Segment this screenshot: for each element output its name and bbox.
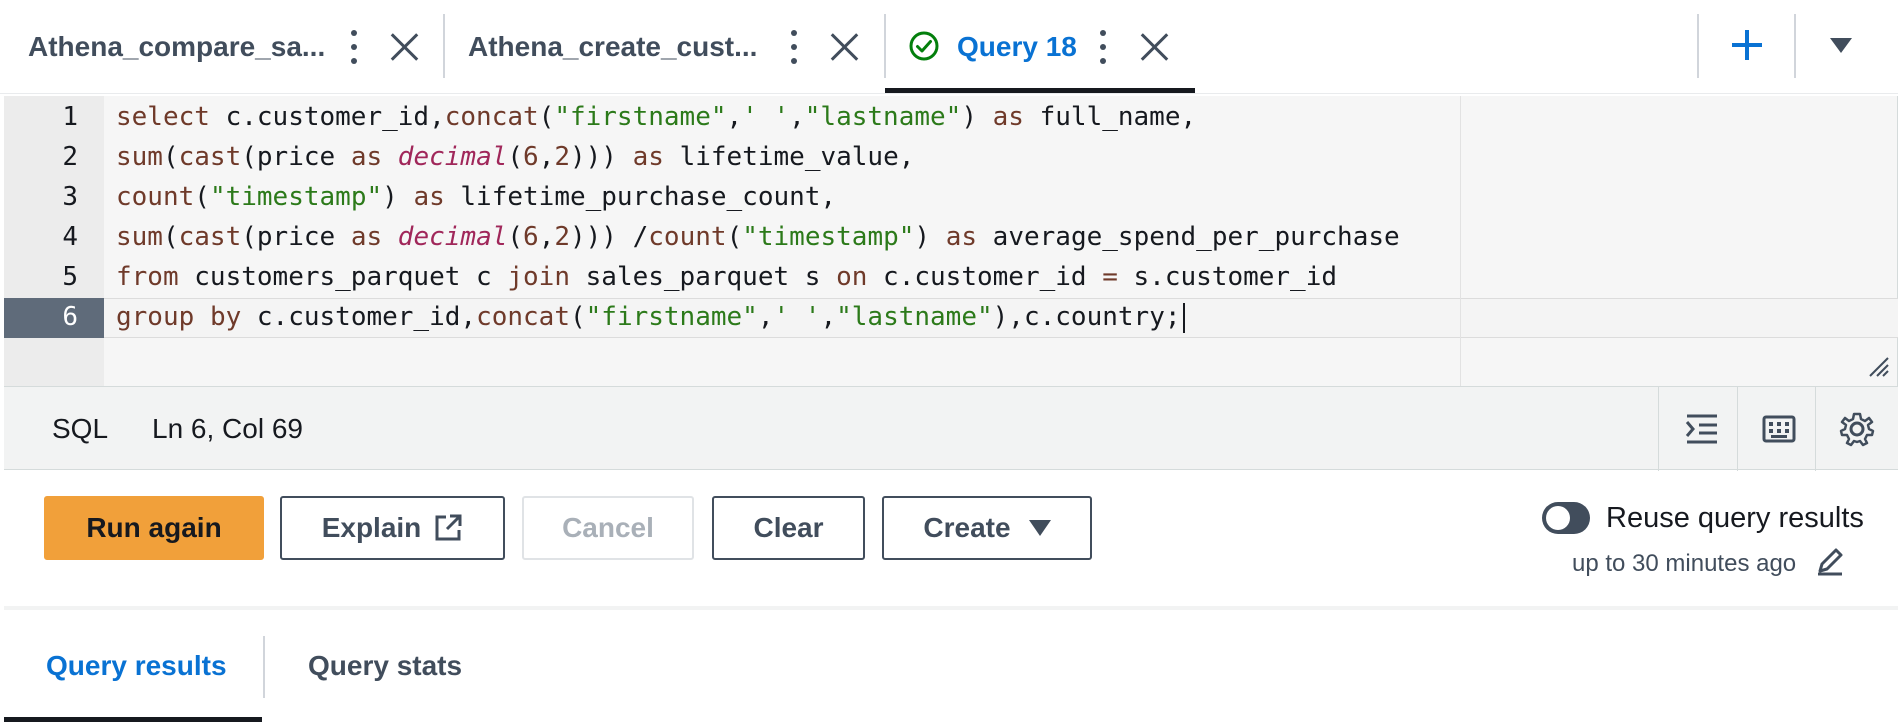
text-cursor (1182, 302, 1185, 333)
print-margin (1460, 96, 1461, 386)
tab-query-results[interactable]: Query results (46, 650, 227, 682)
language-indicator: SQL (52, 413, 109, 444)
tab-label: Athena_create_cust... (468, 31, 758, 62)
format-indent-icon[interactable] (1684, 411, 1720, 447)
toggle-knob (1546, 506, 1570, 530)
create-dropdown-button[interactable]: Create (882, 496, 1092, 560)
active-tab-indicator (4, 717, 262, 722)
resize-handle-icon[interactable] (1868, 356, 1890, 378)
code-line-6: group by c.customer_id,concat("firstname… (116, 297, 1185, 337)
code-line-3: count("timestamp") as lifetime_purchase_… (116, 182, 837, 212)
query-tab-bar: Athena_compare_sa... Athena_create_cust.… (0, 0, 1898, 94)
clear-button[interactable]: Clear (712, 496, 865, 560)
code-line-5: from customers_parquet c join sales_parq… (116, 262, 1338, 292)
tab-divider (443, 14, 445, 78)
code-line-4: sum(cast(price as decimal(6,2))) /count(… (116, 222, 1400, 252)
divider (1794, 14, 1796, 78)
close-tab-icon[interactable] (827, 29, 861, 63)
active-tab-indicator (885, 88, 1195, 93)
keyboard-shortcuts-icon[interactable] (1761, 411, 1797, 447)
edit-pencil-icon[interactable] (1814, 545, 1846, 577)
close-tab-icon[interactable] (387, 29, 421, 63)
run-again-button[interactable]: Run again (44, 496, 264, 560)
settings-gear-icon[interactable] (1839, 411, 1875, 447)
explain-label: Explain (321, 512, 422, 543)
tab-options-kebab-icon[interactable] (788, 30, 800, 64)
check-circle-icon (909, 31, 939, 61)
section-divider (4, 606, 1898, 610)
divider (1815, 387, 1816, 471)
tab-options-kebab-icon[interactable] (1097, 30, 1109, 64)
tab-label: Athena_compare_sa... (28, 31, 326, 62)
cursor-position: Ln 6, Col 69 (152, 413, 303, 444)
tab-divider (884, 14, 886, 78)
explain-button[interactable]: Explain (280, 496, 505, 560)
sql-query-editor[interactable]: 1 2 3 4 5 6 select c.customer_id,concat(… (4, 96, 1898, 386)
line-number: 2 (62, 142, 78, 172)
tabs-dropdown-caret-icon[interactable] (1830, 38, 1852, 53)
line-number: 4 (62, 222, 78, 252)
line-number: 1 (62, 102, 78, 132)
divider (1697, 14, 1699, 78)
tab-divider (263, 636, 265, 698)
tab-label: Query 18 (957, 31, 1077, 62)
tab-athena-create[interactable]: Athena_create_cust... (468, 0, 757, 94)
reuse-duration-text: up to 30 minutes ago (1572, 550, 1797, 577)
editor-status-bar: SQL Ln 6, Col 69 (4, 386, 1898, 471)
tab-athena-compare[interactable]: Athena_compare_sa... (28, 0, 325, 94)
divider (1658, 387, 1659, 471)
tab-query-18[interactable]: Query 18 (957, 0, 1077, 94)
caret-down-icon (1028, 520, 1051, 536)
tab-options-kebab-icon[interactable] (348, 30, 360, 64)
reuse-query-results-toggle[interactable] (1542, 502, 1590, 534)
tab-query-stats[interactable]: Query stats (308, 650, 462, 682)
code-line-2: sum(cast(price as decimal(6,2))) as life… (116, 142, 915, 172)
line-number: 5 (62, 262, 78, 292)
reuse-query-results-label: Reuse query results (1606, 502, 1864, 534)
code-line-1: select c.customer_id,concat("firstname",… (116, 102, 1197, 132)
line-number: 6 (62, 302, 78, 332)
external-link-icon (435, 514, 462, 541)
cancel-button[interactable]: Cancel (522, 496, 694, 560)
close-tab-icon[interactable] (1137, 29, 1171, 63)
create-label: Create (923, 512, 1011, 543)
add-query-tab-plus-icon[interactable] (1730, 28, 1764, 62)
divider (1737, 387, 1738, 471)
line-number: 3 (62, 182, 78, 212)
